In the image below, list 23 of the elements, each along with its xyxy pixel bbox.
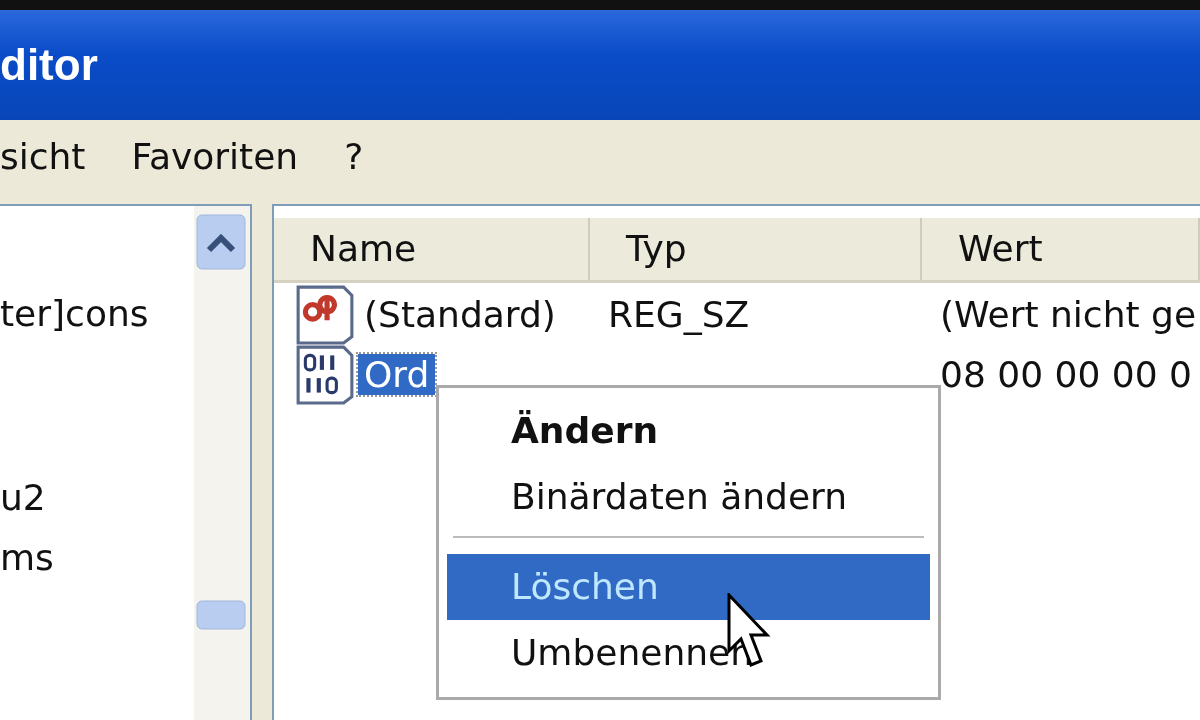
tree-item[interactable]: ms bbox=[0, 528, 194, 588]
table-cell-text: (Wert nicht ge bbox=[939, 293, 1198, 335]
column-header[interactable]: Typ bbox=[590, 218, 922, 280]
tree-item[interactable]: ter]cons bbox=[0, 284, 194, 344]
menu-item[interactable]: sicht bbox=[0, 135, 86, 177]
window-title: ditor bbox=[0, 40, 98, 90]
tree-item[interactable]: u2 bbox=[0, 468, 194, 528]
string-value-icon bbox=[294, 283, 356, 345]
menu-item[interactable]: Favoriten bbox=[131, 135, 299, 177]
menu-item[interactable]: Ändern bbox=[447, 398, 930, 464]
scroll-thumb[interactable] bbox=[196, 600, 246, 630]
value-name[interactable]: Ord bbox=[358, 353, 436, 395]
binary-value-icon bbox=[294, 343, 356, 405]
menu-item[interactable]: ? bbox=[344, 135, 364, 177]
menu-item[interactable]: Löschen bbox=[447, 554, 930, 620]
table-cell-text: REG_SZ bbox=[607, 293, 751, 335]
column-header[interactable]: Wert bbox=[922, 218, 1200, 280]
column-header[interactable]: Name bbox=[274, 218, 590, 280]
scrollbar[interactable] bbox=[194, 206, 250, 720]
scroll-up-button[interactable] bbox=[196, 214, 246, 270]
table-cell-text: 08 00 00 00 0 bbox=[939, 353, 1193, 395]
value-name[interactable]: (Standard) bbox=[358, 293, 562, 335]
menu-item[interactable]: Binärdaten ändern bbox=[447, 464, 930, 530]
